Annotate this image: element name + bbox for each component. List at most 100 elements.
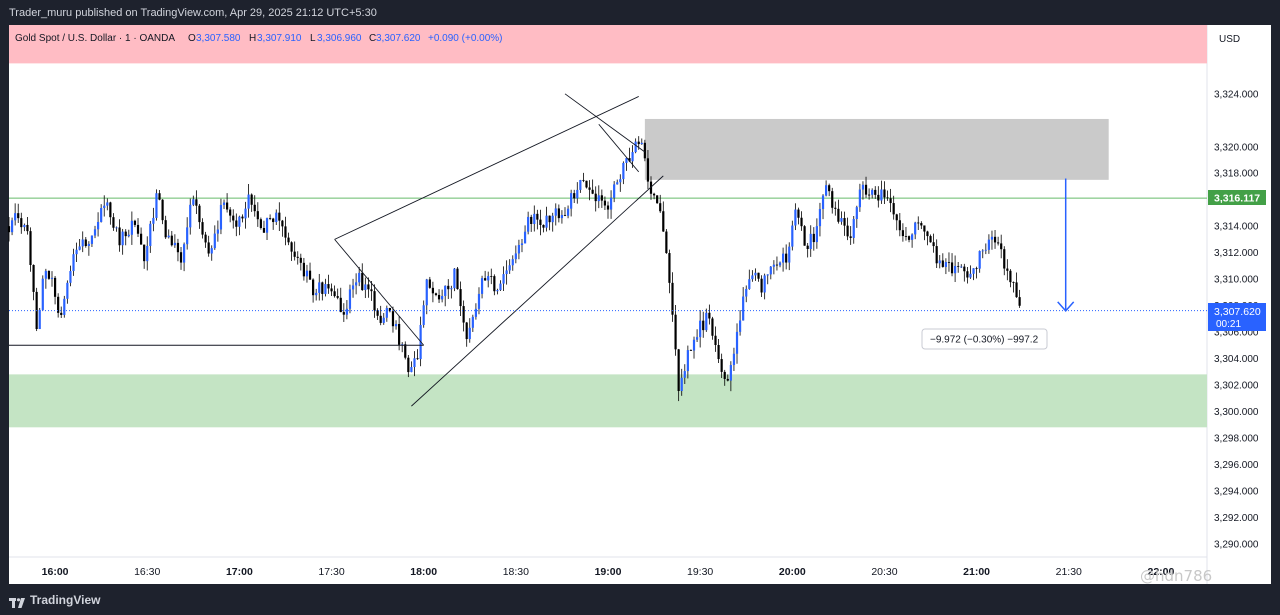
- chart-pane-background: [9, 25, 1207, 584]
- candle-body: [477, 293, 481, 309]
- candle-body: [585, 180, 588, 188]
- candle-body: [542, 224, 545, 228]
- candle-body: [502, 274, 505, 284]
- candle-body: [453, 268, 456, 289]
- candle-body: [963, 266, 966, 272]
- candle-body: [20, 218, 23, 228]
- candle-body: [631, 152, 634, 162]
- x-tick-label: 18:30: [503, 566, 529, 578]
- x-tick-label: 19:00: [595, 566, 622, 578]
- candle-body: [1000, 243, 1003, 250]
- candle-body: [474, 308, 478, 317]
- candle-body: [179, 252, 183, 263]
- x-tick-label: 17:30: [318, 566, 344, 578]
- currency-label[interactable]: USD: [1219, 34, 1240, 45]
- candle-body: [880, 189, 883, 201]
- tradingview-logo[interactable]: TradingView: [9, 593, 100, 608]
- candle-body: [468, 327, 471, 340]
- candle-body: [514, 253, 517, 260]
- candle-body: [100, 208, 103, 222]
- candle-body: [299, 257, 302, 263]
- candle-body: [186, 227, 189, 245]
- candle-body: [898, 220, 901, 231]
- candle-body: [256, 211, 259, 220]
- supply-zone[interactable]: [644, 118, 1109, 180]
- symbol-legend[interactable]: Gold Spot / U.S. Dollar · 1 · OANDA O 3,…: [15, 33, 503, 44]
- candle-body: [680, 377, 683, 392]
- candle-body: [576, 189, 579, 199]
- candle-body: [757, 272, 760, 279]
- candle-body: [812, 233, 815, 243]
- price-line-label: 3,316.117: [1208, 190, 1266, 205]
- candle-body: [745, 288, 748, 297]
- y-tick-label: 3,324.000: [1214, 89, 1259, 100]
- candle-body: [149, 223, 152, 246]
- resistance-zone[interactable]: [9, 25, 1207, 64]
- candle: [41, 275, 44, 311]
- support-zone[interactable]: [9, 374, 1207, 428]
- candle-body: [7, 226, 11, 233]
- y-tick-label: 3,302.000: [1214, 380, 1259, 391]
- candle-body: [861, 184, 865, 190]
- candle-body: [72, 254, 75, 272]
- y-tick-label: 3,314.000: [1214, 222, 1259, 233]
- candle-body: [606, 205, 610, 210]
- candle-body: [907, 236, 911, 240]
- candle-body: [791, 225, 794, 247]
- candle-body: [278, 212, 281, 221]
- candle: [47, 270, 51, 280]
- candle-body: [766, 274, 769, 276]
- candle-body: [699, 320, 702, 338]
- candle-body: [1018, 297, 1021, 306]
- candle-body: [499, 283, 502, 291]
- candle: [453, 268, 456, 292]
- candle-body: [308, 270, 312, 280]
- candle-body: [173, 242, 176, 246]
- candle-body: [797, 209, 800, 218]
- candle-body: [232, 215, 235, 221]
- candle-body: [566, 208, 570, 216]
- candle-body: [355, 282, 358, 286]
- legend-ohlc-open: 3,307.580: [196, 33, 241, 44]
- candle-body: [462, 306, 465, 323]
- candle-body: [434, 293, 438, 295]
- current-price-label-text: 3,307.620: [1214, 306, 1261, 318]
- candle-body: [868, 194, 871, 196]
- candle-body: [244, 208, 247, 219]
- candle-body: [738, 320, 742, 332]
- y-tick-label: 3,304.000: [1214, 354, 1259, 365]
- y-tick-label: 3,298.000: [1214, 433, 1259, 444]
- watermark-handle: @hdn786: [1140, 567, 1213, 585]
- candle-body: [686, 350, 689, 372]
- x-tick-label: 20:30: [871, 566, 897, 578]
- candle-body: [923, 225, 926, 232]
- candle-body: [1003, 249, 1006, 269]
- candle-body: [219, 204, 223, 230]
- candle-body: [450, 288, 453, 290]
- candle-body: [281, 220, 284, 227]
- candle-body: [385, 307, 388, 318]
- candle: [643, 139, 646, 162]
- x-tick-label: 19:30: [687, 566, 713, 578]
- candle-body: [573, 193, 576, 199]
- candle-body: [222, 202, 226, 205]
- candle-body: [96, 221, 100, 230]
- candle-body: [330, 288, 333, 292]
- candle: [35, 287, 38, 332]
- candle-body: [425, 279, 428, 306]
- candle-body: [981, 250, 984, 252]
- legend-symbol[interactable]: Gold Spot / U.S. Dollar · 1 · OANDA: [15, 33, 175, 44]
- x-tick-label: 16:30: [134, 566, 160, 578]
- candle-body: [189, 204, 192, 228]
- candle-body: [152, 217, 155, 224]
- candle-body: [398, 323, 401, 345]
- price-chart[interactable]: 3,324.000 3,320.000 3,318.000 3,314.000 3,31…: [0, 0, 1280, 615]
- candle-body: [84, 239, 87, 247]
- candle-body: [834, 207, 837, 209]
- candle-body: [345, 308, 348, 315]
- candle-body: [53, 277, 57, 297]
- legend-ohlc-close: 3,307.620: [376, 33, 421, 44]
- candle-body: [121, 231, 124, 246]
- candle-body: [843, 218, 846, 226]
- candle-body: [969, 273, 972, 278]
